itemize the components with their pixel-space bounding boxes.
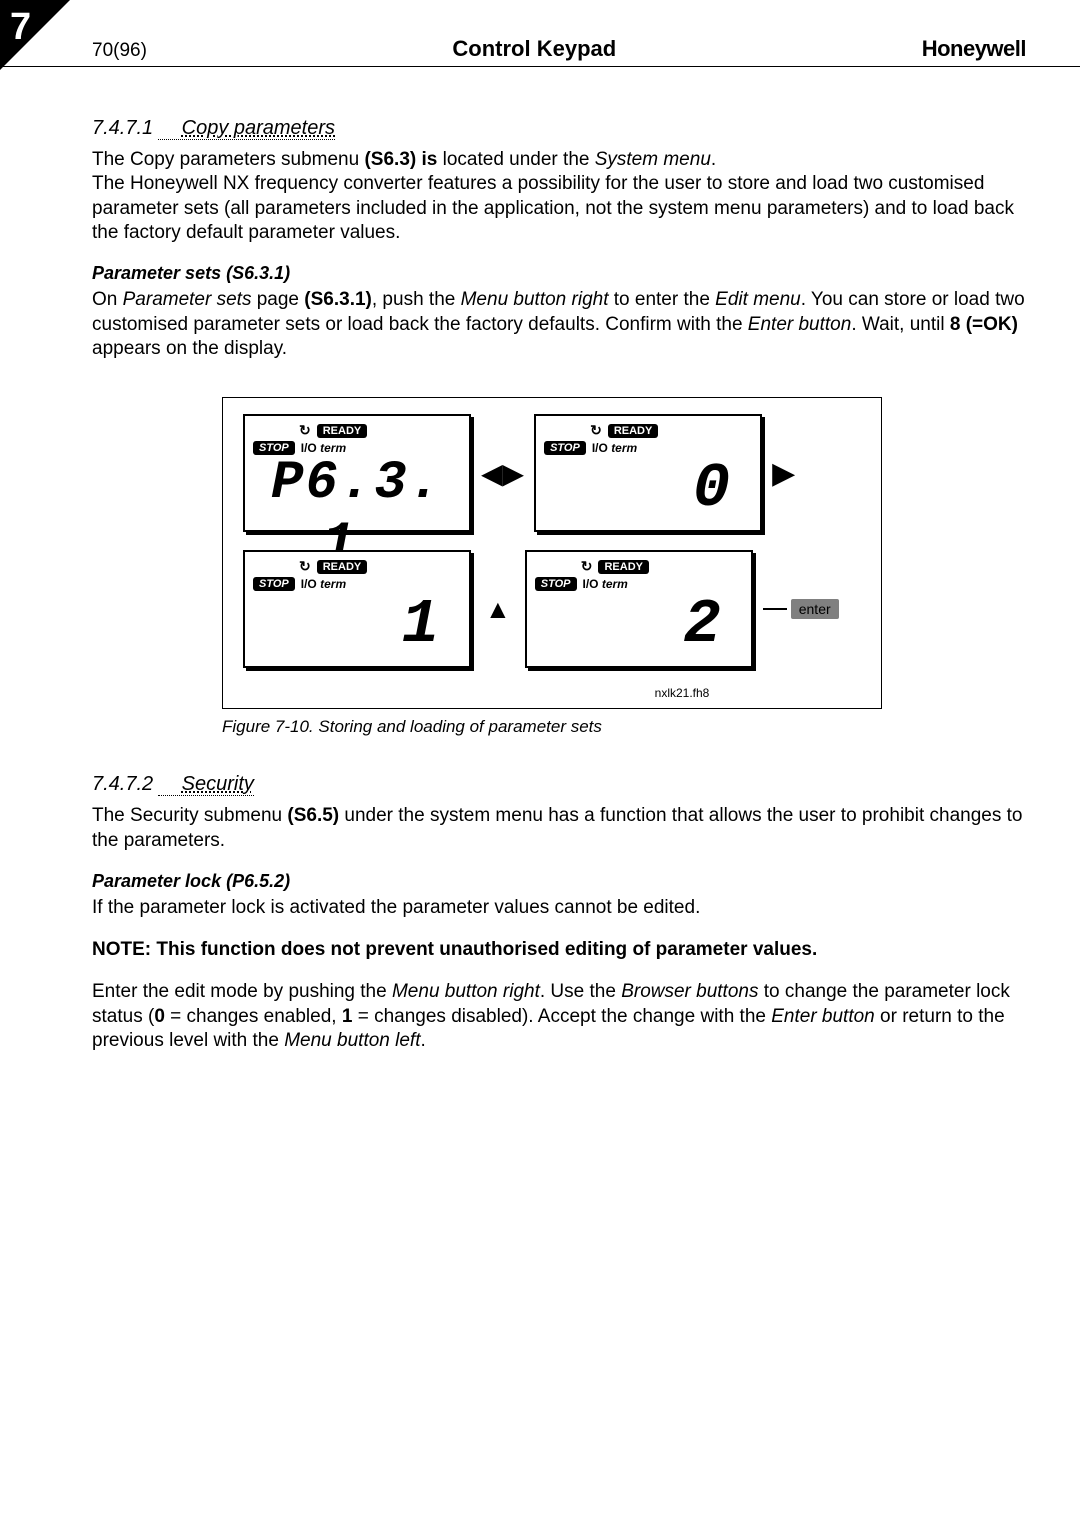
paragraph: Enter the edit mode by pushing the Menu … (92, 980, 1028, 1053)
lcd-panel: ↻ READY STOP I/O term 2 (525, 550, 753, 668)
paragraph: If the parameter lock is activated the p… (92, 896, 1028, 920)
lcd-panel: ↻ READY STOP I/O term 0 (534, 414, 762, 532)
rotate-icon: ↻ (581, 558, 593, 575)
sub-heading: Parameter sets (S6.3.1) (92, 263, 1028, 284)
up-arrow-icon: ▲ (485, 594, 511, 625)
stop-indicator: STOP (544, 441, 586, 455)
brand-logo: Honeywell (922, 36, 1026, 62)
left-right-arrows-icon: ◀▶ (481, 457, 524, 490)
right-arrow-icon: ▶ (772, 456, 795, 491)
enter-button-label: enter (791, 599, 839, 619)
figure-file-label: nxlk21.fh8 (243, 686, 861, 700)
lcd-panel: ↻ READY STOP I/O term P6.3. 1. (243, 414, 471, 532)
section-title: Copy parameters (158, 117, 335, 140)
lcd-panel: ↻ READY STOP I/O term 1 (243, 550, 471, 668)
lcd-value: 1 (253, 589, 461, 660)
ready-indicator: READY (317, 560, 368, 574)
stop-indicator: STOP (535, 577, 577, 591)
page-number: 70(96) (92, 40, 147, 62)
section-number: 7.4.7.1 (92, 117, 153, 139)
ready-indicator: READY (598, 560, 649, 574)
sub-heading: Parameter lock (P6.5.2) (92, 871, 1028, 892)
section-title: Security (158, 773, 254, 796)
ready-indicator: READY (317, 424, 368, 438)
figure-diagram: ↻ READY STOP I/O term P6.3. 1. ◀▶ (222, 397, 882, 709)
paragraph: The Security submenu (S6.5) under the sy… (92, 804, 1028, 853)
paragraph: The Copy parameters submenu (S6.3) is lo… (92, 148, 1028, 245)
rotate-icon: ↻ (590, 422, 602, 439)
page-title: Control Keypad (452, 36, 616, 62)
lcd-value: 2 (535, 589, 743, 660)
paragraph: On Parameter sets page (S6.3.1), push th… (92, 288, 1028, 361)
rotate-icon: ↻ (299, 558, 311, 575)
figure-caption: Figure 7-10. Storing and loading of para… (222, 717, 882, 737)
section-number: 7.4.7.2 (92, 773, 153, 795)
lcd-value: 0 (544, 453, 752, 524)
rotate-icon: ↻ (299, 422, 311, 439)
ready-indicator: READY (608, 424, 659, 438)
chapter-badge: 7 (10, 6, 31, 49)
stop-indicator: STOP (253, 577, 295, 591)
note-text: NOTE: This function does not prevent una… (92, 938, 1028, 962)
